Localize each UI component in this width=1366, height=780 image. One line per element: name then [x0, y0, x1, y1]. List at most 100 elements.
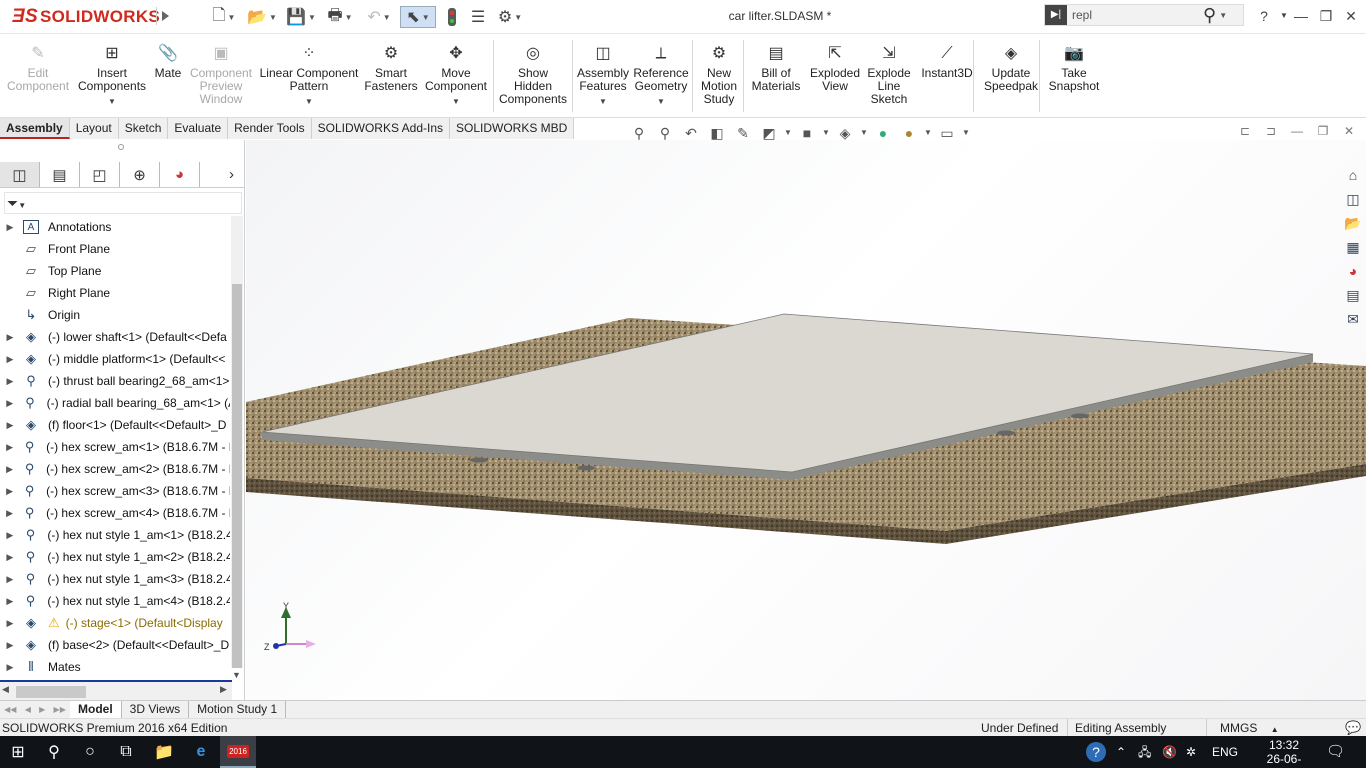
display-manager-tab-icon[interactable]: ◕: [160, 162, 200, 187]
expand-arrow-icon[interactable]: ▶: [0, 376, 20, 387]
restore-button[interactable]: ❐: [1314, 6, 1338, 26]
new-document-button[interactable]: 🗋 ▼: [207, 6, 241, 28]
chevron-down-icon[interactable]: ▼: [452, 95, 460, 108]
select-button[interactable]: ⬉ ▼: [400, 6, 436, 28]
bottom-tab-model[interactable]: Model: [70, 701, 122, 718]
hscroll-right-icon[interactable]: ▶: [220, 684, 227, 695]
cmd-linear-pattern-button[interactable]: ⁘ Linear Component Pattern ▼: [258, 36, 360, 116]
cmd-motion-study-button[interactable]: ⚙ New Motion Study: [697, 36, 741, 116]
cmd-reference-geometry-button[interactable]: ⟂ Reference Geometry ▼: [632, 36, 690, 116]
tree-item[interactable]: ▶ ⚲ (-) hex screw_am<4> (B18.6.7M - M: [0, 502, 230, 524]
expand-arrow-icon[interactable]: ▶: [0, 332, 20, 343]
viewport-restore-icon[interactable]: ❐: [1310, 124, 1336, 138]
feature-manager-tab-icon[interactable]: ◫: [0, 162, 40, 187]
tree-item[interactable]: ▶ ◈ ⚠ (-) stage<1> (Default<Display: [0, 612, 230, 634]
custom-properties-icon[interactable]: ▤: [1340, 283, 1366, 307]
viewport-minimize-icon[interactable]: —: [1284, 124, 1310, 138]
tree-hscroll-thumb[interactable]: [16, 686, 86, 698]
cmd-camera-button[interactable]: 📷 Take Snapshot: [1048, 36, 1100, 116]
tab-sketch[interactable]: Sketch: [118, 118, 169, 139]
minimize-button[interactable]: —: [1289, 6, 1313, 26]
forum-icon[interactable]: ✉: [1340, 307, 1366, 331]
tree-item[interactable]: ▶ ◈ (-) middle platform<1> (Default<<: [0, 348, 230, 370]
expand-arrow-icon[interactable]: ▶: [0, 574, 20, 585]
tree-item[interactable]: ▱ Top Plane: [0, 260, 230, 282]
search-dropdown-icon[interactable]: ▼: [1219, 11, 1227, 20]
expand-arrow-icon[interactable]: ▶: [0, 618, 20, 629]
dimxpert-manager-tab-icon[interactable]: ⊕: [120, 162, 160, 187]
tree-item[interactable]: ▶ ⚲ (-) hex nut style 1_am<2> (B18.2.4: [0, 546, 230, 568]
search-input[interactable]: [1067, 8, 1197, 22]
assembly-model[interactable]: [246, 140, 1366, 700]
cmd-move-component-button[interactable]: ✥ Move Component ▼: [423, 36, 489, 116]
tree-item[interactable]: ▶ ⚲ (-) hex nut style 1_am<1> (B18.2.4: [0, 524, 230, 546]
tab-layout[interactable]: Layout: [69, 118, 119, 139]
windows-start-icon[interactable]: ⊞: [0, 736, 36, 768]
tab-render-tools[interactable]: Render Tools: [228, 118, 312, 139]
clock[interactable]: 13:32 26-06-2020: [1254, 736, 1314, 780]
viewport-next-icon[interactable]: ⊐: [1258, 124, 1284, 138]
edge-browser-icon[interactable]: e: [183, 736, 219, 768]
panel-grip-icon[interactable]: [118, 144, 124, 150]
menu-expand-arrow-icon[interactable]: [156, 7, 172, 25]
tree-vertical-scrollbar[interactable]: [231, 216, 243, 668]
cmd-show-hidden-button[interactable]: ◎ Show Hidden Components: [497, 36, 569, 116]
expand-arrow-icon[interactable]: ▶: [0, 222, 20, 233]
configuration-manager-tab-icon[interactable]: ◰: [80, 162, 120, 187]
cmd-component-preview-button[interactable]: ▣ Component Preview Window: [188, 36, 254, 116]
expand-arrow-icon[interactable]: ▶: [0, 354, 20, 365]
appearances-icon[interactable]: ◕: [1340, 259, 1366, 283]
cmd-instant3d-button[interactable]: ⟋ Instant3D: [920, 36, 974, 116]
feedback-icon[interactable]: 💬: [1345, 719, 1361, 737]
cortana-icon[interactable]: ○: [72, 736, 108, 768]
tree-scroll-thumb[interactable]: [232, 284, 242, 668]
tree-item[interactable]: ▱ Front Plane: [0, 238, 230, 260]
language-indicator[interactable]: ENG: [1212, 736, 1238, 768]
panel-expand-chevron-icon[interactable]: ›: [200, 162, 240, 187]
tree-item[interactable]: ▶ ⚲ (-) thrust ball bearing2_68_am<1>: [0, 370, 230, 392]
property-manager-tab-icon[interactable]: ▤: [40, 162, 80, 187]
cmd-smart-fasteners-button[interactable]: ⚙ Smart Fasteners: [364, 36, 417, 116]
cmd-insert-components-button[interactable]: ⊞ Insert Components ▼: [78, 36, 146, 116]
expand-arrow-icon[interactable]: ▶: [0, 662, 20, 673]
tab-evaluate[interactable]: Evaluate: [168, 118, 229, 139]
expand-arrow-icon[interactable]: ▶: [0, 596, 20, 607]
bottom-tab-motion-study-1[interactable]: Motion Study 1: [189, 701, 287, 718]
chevron-down-icon[interactable]: ▼: [657, 95, 665, 108]
expand-arrow-icon[interactable]: ▶: [0, 552, 20, 563]
expand-arrow-icon[interactable]: ▶: [0, 464, 19, 475]
save-button[interactable]: 💾 ▼: [284, 6, 318, 28]
cmd-mate-button[interactable]: 📎 Mate: [152, 36, 184, 116]
expand-arrow-icon[interactable]: ▶: [0, 398, 19, 409]
tree-item[interactable]: ▶ ◈ (f) floor<1> (Default<<Default>_D: [0, 414, 230, 436]
rebuild-button[interactable]: [442, 6, 462, 28]
expand-arrow-icon[interactable]: ▶: [0, 486, 19, 497]
cmd-exploded-view-button[interactable]: ⇱ Exploded View: [808, 36, 862, 116]
help-tray-icon[interactable]: ?: [1086, 736, 1106, 768]
file-explorer-taskbar-icon[interactable]: 📁: [146, 736, 182, 768]
chevron-down-icon[interactable]: ▼: [108, 95, 116, 108]
search-taskbar-icon[interactable]: ⚲: [36, 736, 72, 768]
tree-item[interactable]: ▶ ⚲ (-) hex nut style 1_am<3> (B18.2.4: [0, 568, 230, 590]
view-palette-icon[interactable]: ▦: [1340, 235, 1366, 259]
design-library-icon[interactable]: ◫: [1340, 187, 1366, 211]
close-button[interactable]: ✕: [1339, 6, 1363, 26]
chevron-down-icon[interactable]: ▼: [599, 95, 607, 108]
solidworks-taskbar-app[interactable]: 2016: [220, 736, 256, 768]
tab-solidworks-mbd[interactable]: SOLIDWORKS MBD: [450, 118, 575, 139]
graphics-area[interactable]: Y Z: [246, 140, 1366, 700]
tree-item[interactable]: ▶ ⚲ (-) hex screw_am<3> (B18.6.7M - M: [0, 480, 230, 502]
expand-arrow-icon[interactable]: ▶: [0, 442, 19, 453]
expand-arrow-icon[interactable]: ▶: [0, 530, 20, 541]
viewport-close-icon[interactable]: ✕: [1336, 124, 1362, 138]
tab-solidworks-add-ins[interactable]: SOLIDWORKS Add-Ins: [311, 118, 450, 139]
search-box[interactable]: ▶| ⚲▼: [1044, 4, 1244, 26]
tree-item[interactable]: ▶ ◈ (-) lower shaft<1> (Default<<Defa: [0, 326, 230, 348]
tree-item[interactable]: ▶ A Annotations: [0, 216, 230, 238]
chevron-down-icon[interactable]: ▼: [305, 95, 313, 108]
action-center-icon[interactable]: 🗨: [1326, 736, 1345, 768]
show-hidden-icons-icon[interactable]: ⌃: [1116, 736, 1126, 768]
task-view-icon[interactable]: ⧉: [108, 736, 144, 768]
file-properties-button[interactable]: ☰: [467, 6, 489, 28]
tab-navigation-buttons[interactable]: ◀◀ ◀ ▶ ▶▶: [0, 701, 70, 718]
